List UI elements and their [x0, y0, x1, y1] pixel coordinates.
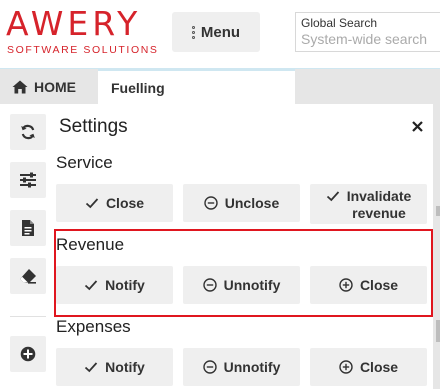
eraser-icon	[20, 269, 36, 284]
tab-fuelling-label: Fuelling	[111, 80, 165, 96]
document-icon	[22, 220, 34, 236]
tab-fuelling[interactable]: Fuelling	[98, 69, 295, 105]
left-toolbar	[0, 104, 55, 389]
section-title-expenses: Expenses	[56, 317, 131, 336]
menu-button[interactable]: Menu	[172, 12, 260, 52]
expenses-unnotify-label: Unnotify	[223, 359, 281, 375]
service-invalidate-revenue-label: Invalidate revenue	[347, 188, 412, 222]
service-close-label: Close	[105, 195, 145, 211]
edge-marker	[436, 206, 440, 216]
service-unclose-button[interactable]: Unclose	[183, 184, 300, 222]
menu-button-label: Menu	[200, 23, 241, 41]
toolbar-divider	[10, 316, 46, 317]
expenses-notify-button[interactable]: Notify	[56, 348, 173, 386]
refresh-icon	[21, 124, 35, 140]
service-unclose-label: Unclose	[224, 195, 280, 211]
tab-home-label: HOME	[34, 79, 76, 95]
logo-tagline: SOFTWARE SOLUTIONS	[7, 44, 159, 56]
add-circle-icon	[20, 346, 36, 362]
expenses-close-button[interactable]: Close	[310, 348, 427, 386]
settings-panel: Settings Service Close Unclose Invalidat…	[55, 104, 433, 389]
add-button[interactable]	[10, 336, 46, 372]
invalidate-label-line2: revenue	[352, 205, 406, 221]
close-icon	[411, 120, 423, 132]
expenses-unnotify-button[interactable]: Unnotify	[183, 348, 300, 386]
filters-button[interactable]	[10, 162, 46, 198]
check-icon	[85, 280, 98, 291]
check-icon	[85, 362, 98, 373]
expenses-notify-label: Notify	[105, 359, 145, 375]
more-vertical-icon	[191, 25, 195, 39]
revenue-close-label: Close	[359, 277, 399, 293]
section-title-revenue: Revenue	[56, 235, 125, 254]
global-search-label: Global Search	[301, 16, 378, 30]
app-header: AWERY SOFTWARE SOLUTIONS Menu Global Sea…	[0, 0, 440, 67]
plus-circle-icon	[339, 360, 353, 374]
eraser-button[interactable]	[10, 258, 46, 294]
revenue-notify-label: Notify	[105, 277, 145, 293]
expenses-close-label: Close	[359, 359, 399, 375]
tab-bar: HOME Fuelling	[0, 68, 440, 105]
check-icon	[85, 198, 99, 209]
revenue-unnotify-button[interactable]: Unnotify	[183, 266, 300, 304]
home-icon	[12, 80, 28, 94]
plus-circle-icon	[339, 278, 353, 292]
global-search-box[interactable]: Global Search	[295, 12, 440, 52]
revenue-close-button[interactable]: Close	[310, 266, 427, 304]
global-search-input[interactable]	[301, 31, 440, 48]
awery-logo[interactable]: AWERY SOFTWARE SOLUTIONS	[6, 4, 157, 58]
minus-circle-icon	[204, 196, 218, 210]
revenue-unnotify-label: Unnotify	[223, 277, 281, 293]
sliders-icon	[20, 172, 36, 188]
refresh-button[interactable]	[10, 114, 46, 150]
section-title-service: Service	[56, 153, 113, 172]
service-invalidate-revenue-button[interactable]: Invalidate revenue	[310, 184, 427, 224]
service-close-button[interactable]: Close	[56, 184, 173, 222]
background-content-edge	[433, 104, 440, 389]
edge-marker	[436, 320, 440, 342]
logo-wordmark: AWERY	[6, 4, 142, 43]
check-icon	[326, 191, 339, 202]
document-button[interactable]	[10, 210, 46, 246]
settings-title: Settings	[59, 116, 128, 137]
revenue-notify-button[interactable]: Notify	[56, 266, 173, 304]
tab-home[interactable]: HOME	[0, 69, 88, 105]
invalidate-label-line1: Invalidate	[346, 188, 412, 204]
minus-circle-icon	[202, 278, 217, 292]
minus-circle-icon	[202, 360, 217, 374]
settings-close-button[interactable]	[407, 116, 427, 136]
